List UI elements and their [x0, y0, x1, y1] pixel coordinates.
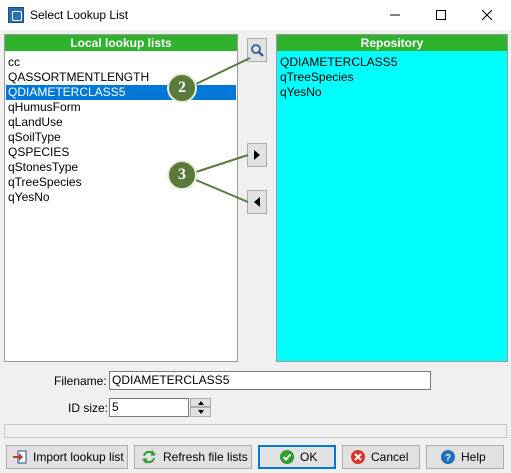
refresh-button-label: Refresh file lists [163, 450, 248, 464]
callout-arrow-search [195, 57, 251, 85]
spin-up-icon [197, 400, 204, 405]
import-icon [13, 450, 27, 464]
idsize-label: ID size: [68, 401, 109, 415]
ok-button[interactable]: OK [258, 445, 336, 469]
callout-badge-3: 3 [167, 160, 197, 190]
idsize-field[interactable]: 5 [109, 398, 189, 417]
callout-badge-2: 2 [167, 73, 197, 103]
spin-down-button[interactable] [190, 407, 211, 417]
import-lookup-list-button[interactable]: Import lookup list [6, 445, 128, 469]
ok-button-label: OK [300, 450, 318, 464]
idsize-spinner[interactable] [190, 398, 211, 417]
spin-down-icon [197, 410, 204, 414]
check-icon [280, 450, 294, 464]
refresh-icon [142, 450, 156, 464]
help-button-label: Help [461, 450, 486, 464]
cancel-icon [351, 450, 365, 464]
help-button[interactable]: ? Help [426, 445, 504, 469]
import-button-label: Import lookup list [33, 450, 124, 464]
callout-arrow-left [195, 179, 249, 203]
spin-up-button[interactable] [190, 398, 211, 407]
help-icon: ? [441, 450, 455, 464]
refresh-file-lists-button[interactable]: Refresh file lists [134, 445, 252, 469]
filename-field[interactable]: QDIAMETERCLASS5 [109, 371, 431, 390]
status-bar [4, 424, 507, 438]
cancel-button-label: Cancel [371, 450, 409, 464]
filename-label: Filename: [54, 374, 107, 388]
cancel-button[interactable]: Cancel [342, 445, 420, 469]
callout-arrow-right [195, 154, 249, 173]
svg-text:?: ? [445, 453, 451, 464]
